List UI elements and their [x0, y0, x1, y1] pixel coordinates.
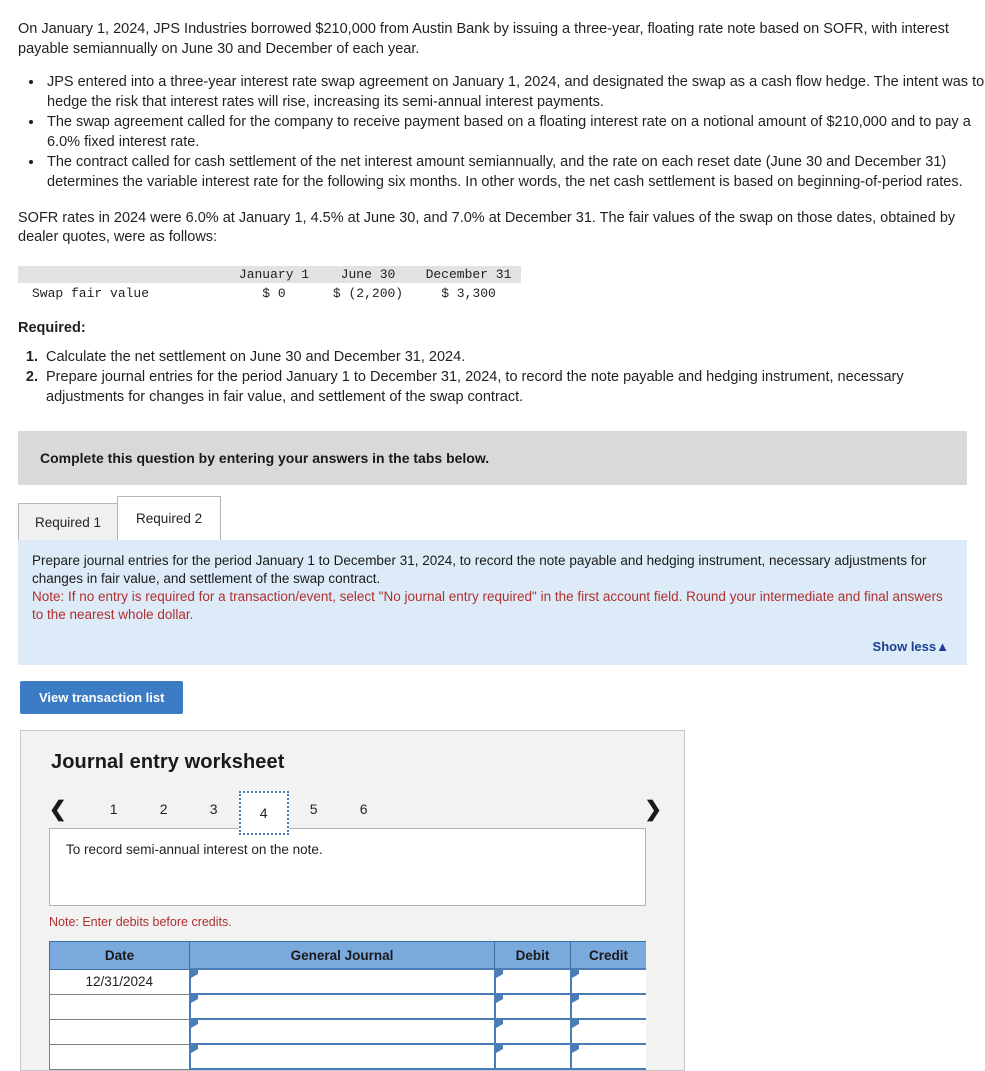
table-header-row: Date General Journal Debit Credit: [49, 941, 646, 970]
journal-entry-worksheet: Journal entry worksheet ❮ 1 2 3 4 5 6 ❯ …: [20, 730, 685, 1071]
table-row: [49, 1043, 646, 1071]
cell-date[interactable]: 12/31/2024: [49, 968, 190, 995]
debits-before-credits-note: Note: Enter debits before credits.: [49, 915, 232, 930]
chevron-right-icon[interactable]: ❯: [644, 799, 662, 820]
tab-label: Required 2: [136, 511, 203, 527]
pager-page-4[interactable]: 4: [238, 791, 289, 836]
row-label-swap-fair-value: Swap fair value: [32, 285, 150, 301]
instruction-note: Note: If no entry is required for a tran…: [32, 589, 943, 623]
cell-debit[interactable]: [493, 968, 572, 996]
instruction-text: Prepare journal entries for the period J…: [32, 553, 927, 587]
list-item: The swap agreement called for the compan…: [44, 113, 985, 152]
column-header-credit: Credit: [570, 941, 646, 970]
required-item-1-text: Calculate the net settlement on June 30 …: [46, 348, 466, 365]
fair-value-table-wrap: January 1 June 30 December 31 Swap fair …: [18, 265, 985, 302]
table-header-row: January 1 June 30 December 31: [18, 265, 521, 283]
cell-credit[interactable]: [569, 1043, 646, 1071]
cell-december-31: $ 3,300: [441, 285, 496, 301]
view-transaction-list-button[interactable]: View transaction list: [20, 681, 184, 715]
table-row: Swap fair value $ 0 $ (2,200) $ 3,300: [18, 283, 521, 302]
list-item: The contract called for cash settlement …: [44, 153, 985, 192]
cell-june-30: $ (2,200): [332, 285, 404, 301]
column-header-date: Date: [49, 941, 190, 970]
cell-date[interactable]: [49, 1043, 190, 1070]
cell-date[interactable]: [49, 993, 190, 1020]
requirement-tabs: Required 1 Required 2: [18, 496, 985, 541]
transaction-description-text: To record semi-annual interest on the no…: [66, 842, 323, 858]
complete-question-bar: Complete this question by entering your …: [18, 431, 967, 486]
column-header-december-31: December 31: [425, 266, 512, 282]
journal-entry-table: Date General Journal Debit Credit 12/31/…: [49, 941, 646, 1071]
required-list: Calculate the net settlement on June 30 …: [0, 348, 985, 408]
worksheet-pager: ❮ 1 2 3 4 5 6 ❯: [21, 790, 684, 836]
table-row: 12/31/2024: [49, 968, 646, 996]
column-header-general-journal: General Journal: [189, 941, 495, 970]
required-item-2-text: Prepare journal entries for the period J…: [46, 369, 904, 405]
intro-paragraph-1: On January 1, 2024, JPS Industries borro…: [18, 21, 949, 57]
cell-general-journal[interactable]: [188, 968, 496, 996]
transaction-description-box: To record semi-annual interest on the no…: [49, 828, 646, 907]
cell-credit[interactable]: [569, 968, 646, 996]
worksheet-title: Journal entry worksheet: [51, 751, 285, 774]
pager-page-6[interactable]: 6: [339, 790, 389, 828]
show-less-toggle[interactable]: Show less▲: [32, 638, 949, 655]
tab-required-1[interactable]: Required 1: [18, 503, 119, 541]
intro-paragraph-2: SOFR rates in 2024 were 6.0% at January …: [18, 209, 956, 246]
list-item: Calculate the net settlement on June 30 …: [42, 348, 985, 368]
column-header-blank: [18, 266, 228, 283]
list-item: JPS entered into a three-year interest r…: [44, 73, 985, 112]
column-header-debit: Debit: [494, 941, 571, 970]
cell-january-1: $ 0: [262, 285, 286, 301]
chevron-left-icon[interactable]: ❮: [49, 799, 67, 820]
tab-required-2[interactable]: Required 2: [117, 496, 222, 541]
table-row: [49, 993, 646, 1021]
cell-debit[interactable]: [493, 1043, 572, 1071]
pager-page-2[interactable]: 2: [139, 790, 189, 828]
cell-credit[interactable]: [569, 993, 646, 1021]
intro-section: On January 1, 2024, JPS Industries borro…: [0, 0, 985, 59]
swap-fair-value-table: January 1 June 30 December 31 Swap fair …: [18, 265, 521, 302]
list-item: Prepare journal entries for the period J…: [42, 368, 985, 407]
pager-page-3[interactable]: 3: [189, 790, 239, 828]
intro-bullet-list: JPS entered into a three-year interest r…: [0, 73, 985, 192]
column-header-june-30: June 30: [340, 266, 396, 282]
pager-page-5[interactable]: 5: [289, 790, 339, 828]
tab-label: Required 1: [35, 514, 102, 530]
journal-entry-table-wrap: Date General Journal Debit Credit 12/31/…: [49, 941, 646, 1071]
instruction-panel: Prepare journal entries for the period J…: [18, 540, 967, 666]
cell-debit[interactable]: [493, 993, 572, 1021]
pager-page-1[interactable]: 1: [89, 790, 139, 828]
required-heading: Required:: [18, 319, 86, 336]
column-header-january-1: January 1: [238, 266, 310, 282]
cell-general-journal[interactable]: [188, 993, 496, 1021]
cell-general-journal[interactable]: [188, 1043, 496, 1071]
question-page: On January 1, 2024, JPS Industries borro…: [0, 0, 985, 1071]
complete-question-text: Complete this question by entering your …: [40, 450, 490, 467]
